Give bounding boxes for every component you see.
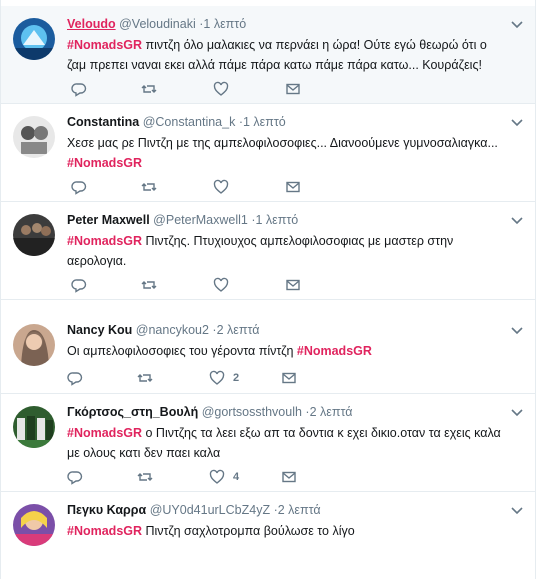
message-icon[interactable] — [285, 81, 301, 97]
author-name[interactable]: Πεγκυ Καρρα — [67, 503, 146, 517]
author-handle[interactable]: @Veloudinaki — [119, 17, 196, 31]
message-icon[interactable] — [285, 277, 301, 293]
author-handle[interactable]: @PeterMaxwell1 — [153, 213, 248, 227]
tweet[interactable]: Γκόρτσος_στη_Βουλή @gortsossthvoulh ·2 λ… — [1, 396, 535, 492]
tweet[interactable]: Nancy Kou @nancykou2 ·2 λεπτά Οι αμπελοφ… — [1, 314, 535, 394]
hashtag-link[interactable]: #NomadsGR — [67, 234, 142, 248]
timestamp[interactable]: 1 λεπτό — [256, 213, 299, 227]
avatar[interactable] — [13, 18, 55, 60]
message-icon[interactable] — [281, 370, 297, 386]
author-name[interactable]: Nancy Kou — [67, 323, 132, 337]
timestamp[interactable]: 2 λεπτά — [217, 323, 260, 337]
chevron-down-icon[interactable] — [511, 118, 523, 128]
reply-icon[interactable] — [71, 179, 87, 195]
hashtag-link[interactable]: #NomadsGR — [297, 344, 372, 358]
tweet-feed: Veloudo @Veloudinaki ·1 λεπτό #NomadsGR … — [0, 0, 536, 579]
message-icon[interactable] — [285, 179, 301, 195]
avatar[interactable] — [13, 214, 55, 256]
timestamp[interactable]: 1 λεπτό — [243, 115, 286, 129]
author-name[interactable]: Constantina — [67, 115, 139, 129]
author-name[interactable]: Γκόρτσος_στη_Βουλή — [67, 405, 198, 419]
hashtag-link[interactable]: #NomadsGR — [67, 38, 142, 52]
like-icon[interactable] — [213, 81, 229, 97]
retweet-icon[interactable] — [141, 277, 157, 293]
like-count: 4 — [233, 471, 240, 483]
avatar[interactable] — [13, 406, 55, 448]
tweet-text: Χεσε μας ρε Πιντζη με της αμπελοφιλοσοφι… — [67, 133, 507, 173]
hashtag-link[interactable]: #NomadsGR — [67, 524, 142, 538]
chevron-down-icon[interactable] — [511, 408, 523, 418]
avatar[interactable] — [13, 116, 55, 158]
hashtag-link[interactable]: #NomadsGR — [67, 156, 142, 170]
author-handle[interactable]: @Constantina_k — [143, 115, 236, 129]
chevron-down-icon[interactable] — [511, 216, 523, 226]
author-handle[interactable]: @gortsossthvoulh — [202, 405, 302, 419]
author-name[interactable]: Peter Maxwell — [67, 213, 150, 227]
tweet-body: Πιντζη σαχλοτρομπα βούλωσε το λίγο — [142, 524, 355, 538]
like-icon[interactable] — [209, 370, 225, 386]
tweet-text: #NomadsGR ο Πιντζης τα λεει εξω απ τα δο… — [67, 423, 507, 463]
chevron-down-icon[interactable] — [511, 326, 523, 336]
retweet-icon[interactable] — [137, 469, 153, 485]
avatar[interactable] — [13, 324, 55, 366]
author-name[interactable]: Veloudo — [67, 17, 116, 31]
timestamp[interactable]: 1 λεπτό — [203, 17, 246, 31]
retweet-icon[interactable] — [141, 179, 157, 195]
avatar[interactable] — [13, 504, 55, 546]
retweet-icon[interactable] — [141, 81, 157, 97]
timestamp[interactable]: 2 λεπτά — [278, 503, 321, 517]
retweet-icon[interactable] — [137, 370, 153, 386]
tweet[interactable]: Πεγκυ Καρρα @UY0d41urLCbZ4yZ ·2 λεπτά #N… — [1, 494, 535, 579]
reply-icon[interactable] — [71, 81, 87, 97]
like-icon[interactable] — [213, 179, 229, 195]
like-icon[interactable] — [213, 277, 229, 293]
reply-icon[interactable] — [71, 277, 87, 293]
tweet-body: Χεσε μας ρε Πιντζη με της αμπελοφιλοσοφι… — [67, 136, 498, 150]
tweet-text: #NomadsGR Πιντζη σαχλοτρομπα βούλωσε το … — [67, 521, 507, 541]
tweet-text: Οι αμπελοφιλοσοφιες του γέροντα πίντζη #… — [67, 341, 507, 361]
tweet[interactable]: Veloudo @Veloudinaki ·1 λεπτό #NomadsGR … — [1, 6, 535, 104]
tweet-body: Οι αμπελοφιλοσοφιες του γέροντα πίντζη — [67, 344, 297, 358]
chevron-down-icon[interactable] — [511, 20, 523, 30]
like-count: 2 — [233, 372, 240, 384]
author-handle[interactable]: @UY0d41urLCbZ4yZ — [150, 503, 270, 517]
tweet[interactable]: Constantina @Constantina_k ·1 λεπτό Χεσε… — [1, 104, 535, 202]
hashtag-link[interactable]: #NomadsGR — [67, 426, 142, 440]
message-icon[interactable] — [281, 469, 297, 485]
reply-icon[interactable] — [67, 370, 83, 386]
tweet[interactable]: Peter Maxwell @PeterMaxwell1 ·1 λεπτό #N… — [1, 202, 535, 300]
author-handle[interactable]: @nancykou2 — [136, 323, 209, 337]
reply-icon[interactable] — [67, 469, 83, 485]
tweet-text: #NomadsGR Πιντζης. Πτυχιουχος αμπελοφιλο… — [67, 231, 507, 271]
tweet-text: #NomadsGR πιντζη όλο μαλακιες να περνάει… — [67, 35, 507, 75]
chevron-down-icon[interactable] — [511, 506, 523, 516]
timestamp[interactable]: 2 λεπτά — [310, 405, 353, 419]
like-icon[interactable] — [209, 469, 225, 485]
